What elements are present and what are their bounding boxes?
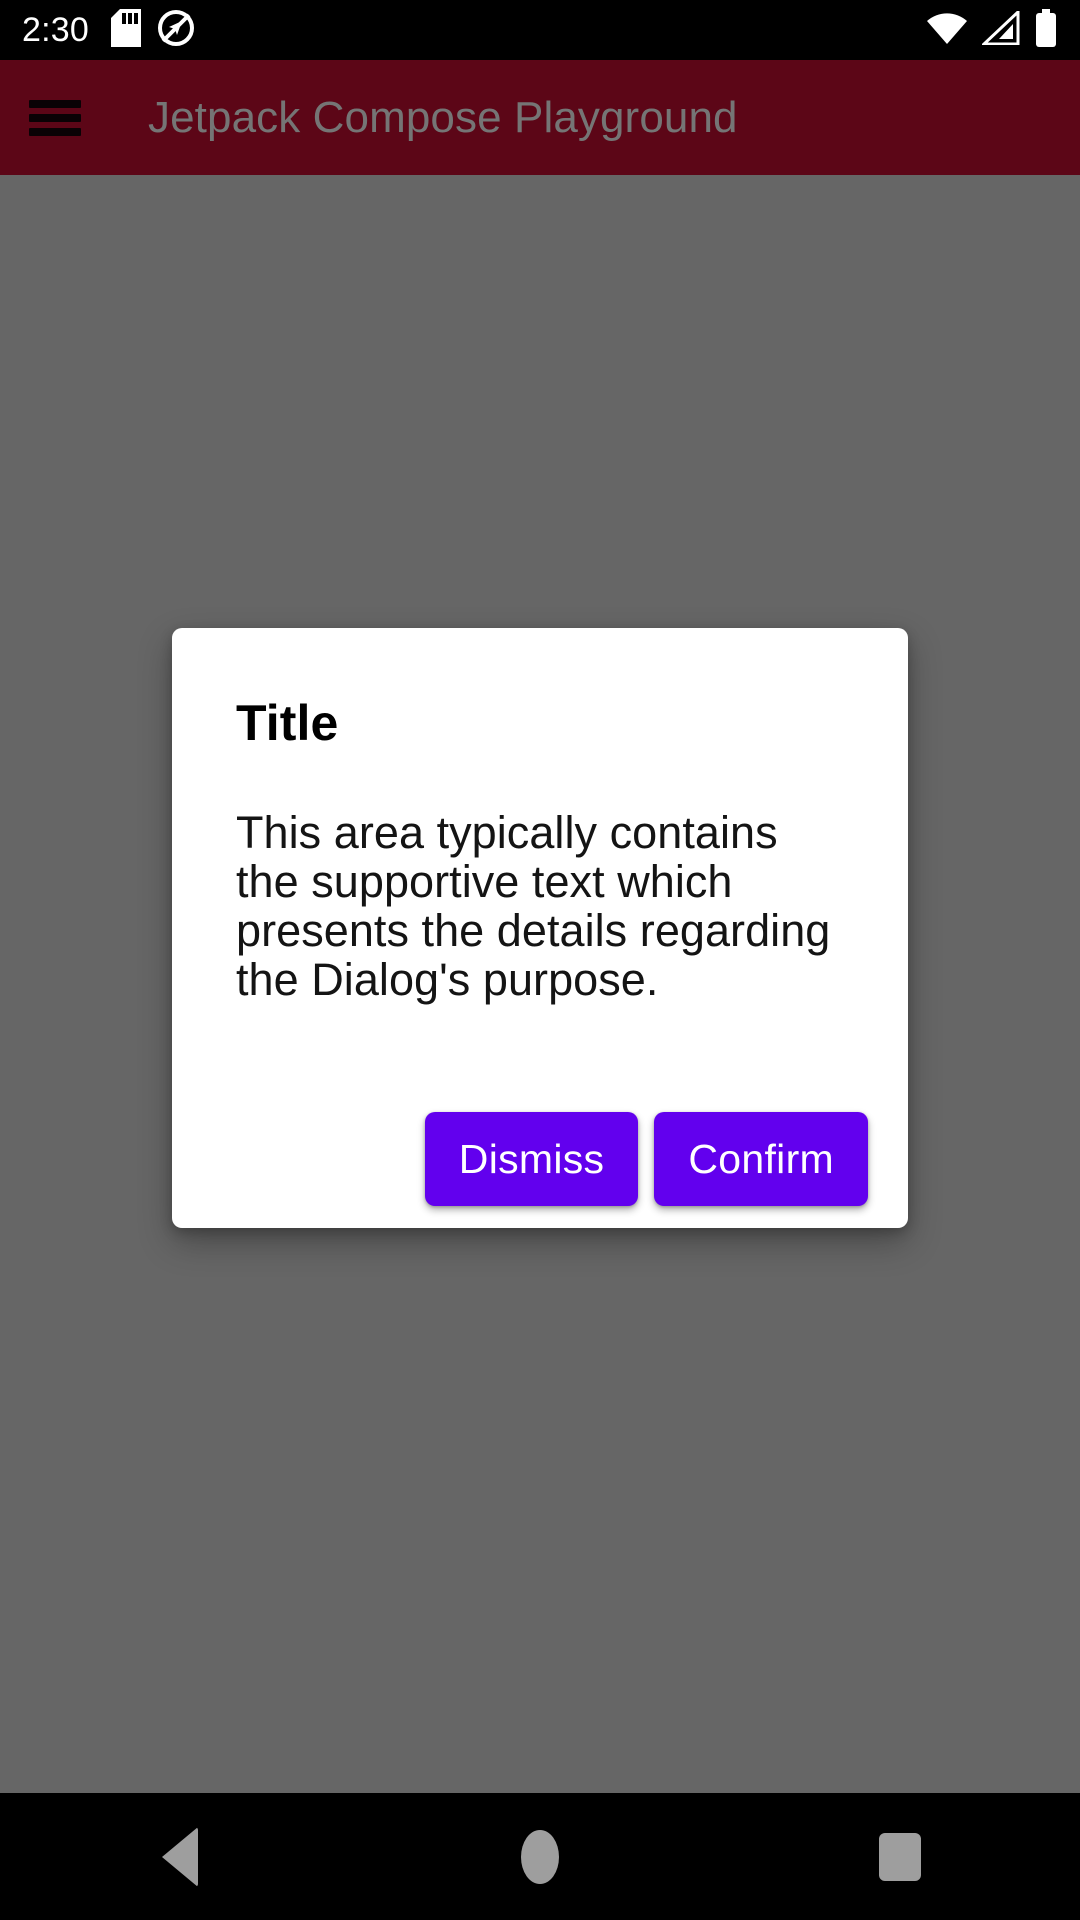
nav-recents-button[interactable] bbox=[720, 1793, 1080, 1920]
recents-square-icon bbox=[879, 1832, 921, 1881]
back-triangle-icon bbox=[162, 1826, 198, 1887]
dialog-action-row: Dismiss Confirm bbox=[172, 1112, 908, 1206]
status-clock: 2:30 bbox=[22, 11, 89, 49]
wifi-icon bbox=[926, 11, 968, 50]
app-bar: Jetpack Compose Playground bbox=[0, 60, 1080, 175]
status-left-icon-group bbox=[110, 8, 195, 52]
alert-dialog: Title This area typically contains the s… bbox=[172, 628, 908, 1228]
dialog-title: Title bbox=[236, 695, 339, 751]
location-off-icon bbox=[157, 9, 195, 52]
sd-card-icon bbox=[110, 8, 141, 52]
cellular-signal-icon bbox=[980, 8, 1020, 50]
app-bar-title: Jetpack Compose Playground bbox=[148, 92, 738, 142]
hamburger-menu-icon bbox=[29, 99, 81, 136]
dismiss-button[interactable]: Dismiss bbox=[424, 1112, 639, 1206]
device-screen: 2:30 Jetpack Compose Playground Title Th… bbox=[0, 0, 1080, 1920]
status-bar: 2:30 bbox=[0, 0, 1080, 60]
hamburger-menu-button[interactable] bbox=[0, 60, 110, 175]
nav-back-button[interactable] bbox=[0, 1793, 360, 1920]
nav-home-button[interactable] bbox=[360, 1793, 720, 1920]
dialog-body-text: This area typically contains the support… bbox=[236, 807, 831, 1005]
status-right-icon-group bbox=[926, 8, 1058, 52]
confirm-button[interactable]: Confirm bbox=[654, 1112, 868, 1206]
system-navigation-bar bbox=[0, 1793, 1080, 1920]
battery-full-icon bbox=[1034, 8, 1058, 52]
home-circle-icon bbox=[521, 1829, 559, 1884]
